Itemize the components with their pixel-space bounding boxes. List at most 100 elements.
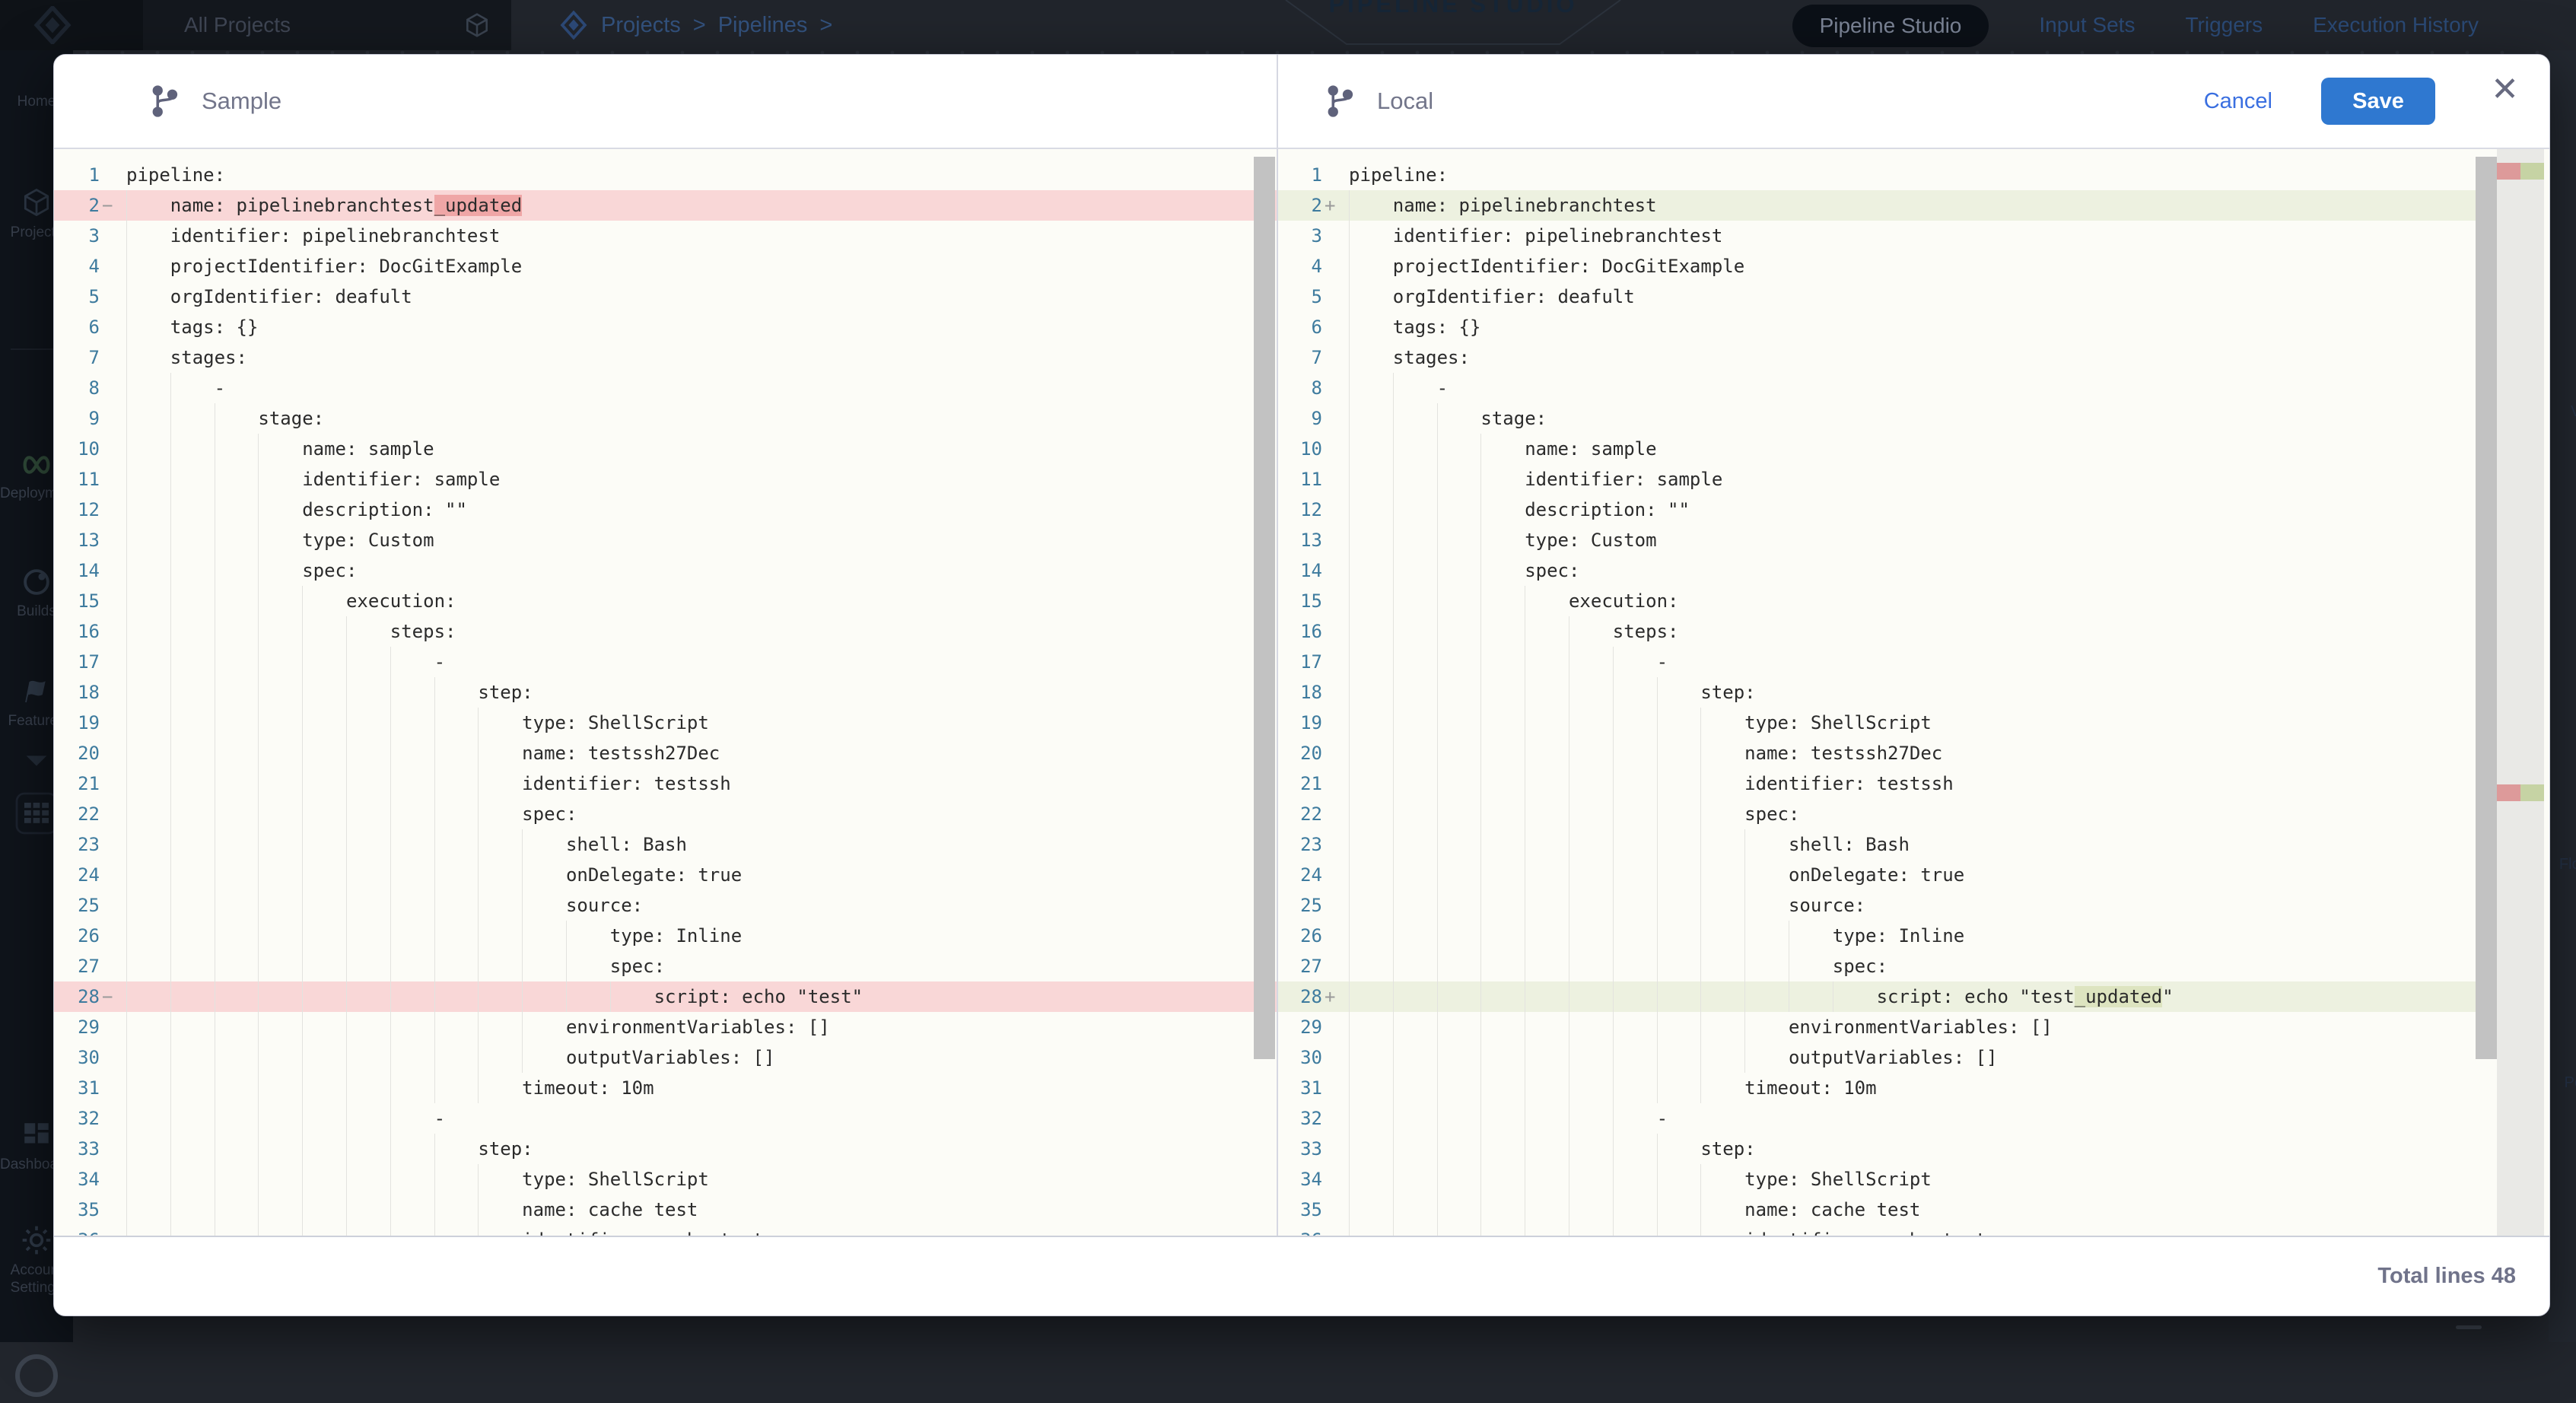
code-line[interactable]: 13type: Custom <box>54 525 1277 555</box>
code-line[interactable]: 13type: Custom <box>1277 525 2497 555</box>
code-line[interactable]: 14spec: <box>1277 555 2497 586</box>
code-line[interactable]: 8- <box>54 373 1277 403</box>
code-line[interactable]: 26type: Inline <box>54 921 1277 951</box>
panel-item-variables[interactable]: Σ Variables <box>2549 366 2576 422</box>
code-line[interactable]: 12description: "" <box>1277 495 2497 525</box>
cancel-button[interactable]: Cancel <box>2204 89 2272 114</box>
code-line[interactable]: 32- <box>1277 1103 2497 1134</box>
code-line[interactable]: 23shell: Bash <box>54 829 1277 860</box>
panel-item-policy-sets[interactable]: Policy Sets <box>2549 1036 2576 1093</box>
code-line[interactable]: 35name: cache test <box>54 1195 1277 1225</box>
panel-item-notify[interactable]: Notify <box>2549 602 2576 654</box>
code-line[interactable]: 27spec: <box>1277 951 2497 981</box>
code-line[interactable]: 17- <box>1277 647 2497 677</box>
diff-pane-modified[interactable]: 1pipeline:2+name: pipelinebranchtest3ide… <box>1277 149 2549 1236</box>
code-line[interactable]: 1pipeline: <box>54 160 1277 190</box>
code-line[interactable]: 9stage: <box>54 403 1277 434</box>
code-line[interactable]: 15execution: <box>1277 586 2497 616</box>
left-scrollbar-thumb[interactable] <box>1254 157 1275 1059</box>
code-line[interactable]: 20name: testssh27Dec <box>54 738 1277 768</box>
close-icon[interactable]: ✕ <box>2491 73 2519 107</box>
code-line[interactable]: 15execution: <box>54 586 1277 616</box>
save-button[interactable]: Save <box>2321 78 2435 125</box>
code-line[interactable]: 3identifier: pipelinebranchtest <box>54 221 1277 251</box>
code-line[interactable]: 18step: <box>1277 677 2497 708</box>
code-line[interactable]: 33step: <box>1277 1134 2497 1164</box>
breadcrumb-chevron: > <box>819 13 832 38</box>
right-scrollbar-thumb[interactable] <box>2476 157 2497 1059</box>
code-line[interactable]: 22spec: <box>1277 799 2497 829</box>
code-line[interactable]: 30outputVariables: [] <box>1277 1042 2497 1073</box>
code-line[interactable]: 10name: sample <box>1277 434 2497 464</box>
code-line[interactable]: 32- <box>54 1103 1277 1134</box>
code-line[interactable]: 12description: "" <box>54 495 1277 525</box>
breadcrumb-projects[interactable]: Projects <box>601 13 681 38</box>
code-line[interactable]: 19type: ShellScript <box>54 708 1277 738</box>
deployments-infinity-icon <box>19 450 54 480</box>
top-nav-bar: All Projects Projects > Pipelines > PIPE… <box>0 0 2576 50</box>
code-line[interactable]: 6tags: {} <box>54 312 1277 342</box>
code-line[interactable]: 26type: Inline <box>1277 921 2497 951</box>
code-line[interactable]: 14spec: <box>54 555 1277 586</box>
code-line[interactable]: 33step: <box>54 1134 1277 1164</box>
code-line[interactable]: 17- <box>54 647 1277 677</box>
code-line[interactable]: 23shell: Bash <box>1277 829 2497 860</box>
code-line[interactable]: 11identifier: sample <box>1277 464 2497 495</box>
code-line[interactable]: 7stages: <box>1277 342 2497 373</box>
code-line[interactable]: 16steps: <box>54 616 1277 647</box>
code-line[interactable]: 22spec: <box>54 799 1277 829</box>
code-line[interactable]: 34type: ShellScript <box>54 1164 1277 1195</box>
code-line[interactable]: 35name: cache test <box>1277 1195 2497 1225</box>
code-line[interactable]: 11identifier: sample <box>54 464 1277 495</box>
code-line[interactable]: 5orgIdentifier: deafult <box>54 282 1277 312</box>
code-line[interactable]: 25source: <box>54 890 1277 921</box>
code-line[interactable]: 31timeout: 10m <box>1277 1073 2497 1103</box>
code-line[interactable]: 3identifier: pipelinebranchtest <box>1277 221 2497 251</box>
line-number-gutter: 18 <box>54 677 126 708</box>
code-text: - <box>1349 647 2497 677</box>
code-line[interactable]: 29environmentVariables: [] <box>1277 1012 2497 1042</box>
project-picker[interactable]: All Projects <box>143 0 511 50</box>
tab-input-sets[interactable]: Input Sets <box>2039 13 2135 37</box>
code-line[interactable]: 28+script: echo "test_updated" <box>1277 981 2497 1012</box>
code-text: stages: <box>1349 342 2497 373</box>
code-line[interactable]: 2−name: pipelinebranchtest_updated <box>54 190 1277 221</box>
code-line[interactable]: 31timeout: 10m <box>54 1073 1277 1103</box>
code-line[interactable]: 20name: testssh27Dec <box>1277 738 2497 768</box>
panel-item-flow-control[interactable]: Flow Control <box>2549 819 2576 874</box>
code-line[interactable]: 36identifier: cache_test <box>54 1225 1277 1236</box>
user-avatar[interactable] <box>0 1353 73 1403</box>
code-line[interactable]: 27spec: <box>54 951 1277 981</box>
code-line[interactable]: 34type: ShellScript <box>1277 1164 2497 1195</box>
code-line[interactable]: 29environmentVariables: [] <box>54 1012 1277 1042</box>
code-line[interactable]: 36identifier: cache_test <box>1277 1225 2497 1236</box>
tab-execution-history[interactable]: Execution History <box>2313 13 2479 37</box>
code-line[interactable]: 6tags: {} <box>1277 312 2497 342</box>
code-line[interactable]: 24onDelegate: true <box>1277 860 2497 890</box>
breadcrumb-pipelines[interactable]: Pipelines <box>718 13 808 38</box>
code-line[interactable]: 28−script: echo "test" <box>54 981 1277 1012</box>
tab-pipeline-studio[interactable]: Pipeline Studio <box>1792 5 1989 47</box>
code-line[interactable]: 18step: <box>54 677 1277 708</box>
code-line[interactable]: 21identifier: testssh <box>1277 768 2497 799</box>
diff-overview-ruler[interactable] <box>2497 149 2544 1236</box>
tab-triggers[interactable]: Triggers <box>2185 13 2263 37</box>
code-line[interactable]: 10name: sample <box>54 434 1277 464</box>
line-number-gutter: 29 <box>54 1012 126 1042</box>
code-line[interactable]: 9stage: <box>1277 403 2497 434</box>
code-line[interactable]: 16steps: <box>1277 616 2497 647</box>
diff-pane-original[interactable]: 1pipeline:2−name: pipelinebranchtest_upd… <box>54 149 1277 1236</box>
code-line[interactable]: 8- <box>1277 373 2497 403</box>
code-line[interactable]: 19type: ShellScript <box>1277 708 2497 738</box>
code-line[interactable]: 5orgIdentifier: deafult <box>1277 282 2497 312</box>
code-line[interactable]: 7stages: <box>54 342 1277 373</box>
code-line[interactable]: 1pipeline: <box>1277 160 2497 190</box>
code-line[interactable]: 4projectIdentifier: DocGitExample <box>1277 251 2497 282</box>
code-line[interactable]: 4projectIdentifier: DocGitExample <box>54 251 1277 282</box>
code-text: script: echo "test" <box>126 981 1277 1012</box>
code-line[interactable]: 21identifier: testssh <box>54 768 1277 799</box>
code-line[interactable]: 24onDelegate: true <box>54 860 1277 890</box>
code-line[interactable]: 30outputVariables: [] <box>54 1042 1277 1073</box>
code-line[interactable]: 25source: <box>1277 890 2497 921</box>
code-line[interactable]: 2+name: pipelinebranchtest <box>1277 190 2497 221</box>
